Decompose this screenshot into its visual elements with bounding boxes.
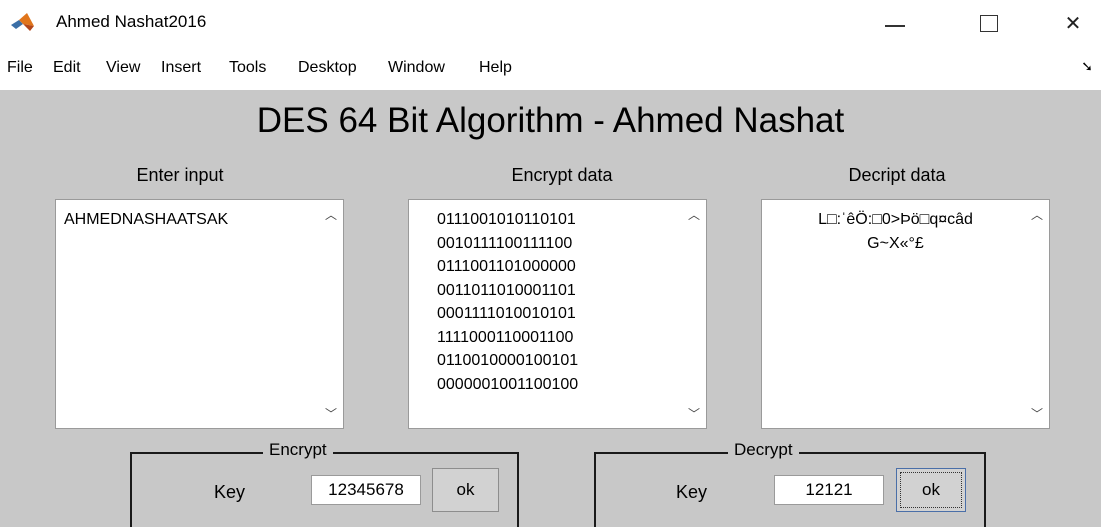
encrypt-panel-title: Encrypt [263,440,333,460]
encrypt-data-lines: 0111001010110101 0010111100111100 01110011… [437,208,578,396]
menu-view[interactable]: View [106,59,140,77]
menu-tools[interactable]: Tools [229,59,266,77]
title-bar: Ahmed Nashat2016 ✕ [0,0,1101,46]
decrypt-data-label: Decript data [848,165,946,185]
decrypt-ok-button[interactable]: ok [896,468,966,512]
menu-help[interactable]: Help [479,59,512,77]
menu-insert[interactable]: Insert [161,59,201,77]
maximize-button[interactable] [966,8,1012,38]
page-title: DES 64 Bit Algorithm - Ahmed Nashat [256,101,845,140]
decrypt-data-line: L□:ˈêÖ:□0>Þö□q¤câd [818,211,973,228]
encrypt-data-line: 0111001010110101 [437,211,576,228]
chevron-down-icon[interactable]: ﹀ [688,405,700,422]
window-title: Ahmed Nashat2016 [56,12,207,31]
encrypt-data-line: 0001111010010101 [437,305,576,322]
menu-bar: File Edit View Insert Tools Desktop Wind… [0,52,1101,84]
minimize-button[interactable] [872,8,918,38]
decrypt-data-lines: L□:ˈêÖ:□0>Þö□q¤câd G~X«°£ [762,208,1029,255]
encrypt-data-line: 0111001101000000 [437,258,576,275]
menu-desktop[interactable]: Desktop [298,59,357,77]
input-label: Enter input [136,165,224,185]
encrypt-data-line: 0011011010001101 [437,281,576,299]
close-button[interactable]: ✕ [1050,8,1096,38]
minimize-icon [885,25,905,27]
input-textbox[interactable]: AHMEDNASHAATSAK ︿ ﹀ [55,199,344,429]
encrypt-data-box[interactable]: 0111001010110101 0010111100111100 01110011… [408,199,707,429]
matlab-logo-icon [11,13,34,31]
decrypt-key-label: Key [676,482,708,502]
encrypt-ok-button[interactable]: ok [432,468,499,512]
maximize-icon [980,14,998,32]
decrypt-data-line: G~X«°£ [867,234,924,252]
decrypt-scrollbar[interactable]: ︿ ﹀ [1027,200,1049,428]
menu-file[interactable]: File [7,59,33,77]
encrypt-key-input[interactable]: 12345678 [311,475,421,505]
close-icon: ✕ [1064,12,1082,35]
menu-edit[interactable]: Edit [53,59,81,77]
menu-window[interactable]: Window [388,59,445,77]
chevron-up-icon[interactable]: ︿ [1031,206,1043,223]
decrypt-key-input[interactable]: 12121 [774,475,884,505]
input-scrollbar[interactable]: ︿ ﹀ [321,200,343,428]
encrypt-data-label: Encrypt data [511,165,613,185]
encrypt-data-line: 0000001001100100 [437,375,579,393]
chevron-up-icon[interactable]: ︿ [688,206,700,223]
decrypt-data-box[interactable]: L□:ˈêÖ:□0>Þö□q¤câd G~X«°£ ︿ ﹀ [761,199,1050,429]
decrypt-panel-title: Decrypt [728,440,799,460]
encrypt-key-label: Key [214,482,246,502]
encrypt-data-line: 1111000110001100 [437,328,574,346]
chevron-down-icon[interactable]: ﹀ [1031,405,1043,422]
encrypt-data-line: 0110010000100101 [437,352,579,369]
toolbar-arrow-icon[interactable]: ➘ [1081,58,1093,75]
encrypt-data-line: 0010111100111100 [437,234,573,252]
encrypt-scrollbar[interactable]: ︿ ﹀ [684,200,706,428]
chevron-up-icon[interactable]: ︿ [325,206,337,223]
chevron-down-icon[interactable]: ﹀ [325,405,337,422]
input-value: AHMEDNASHAATSAK [64,211,229,228]
